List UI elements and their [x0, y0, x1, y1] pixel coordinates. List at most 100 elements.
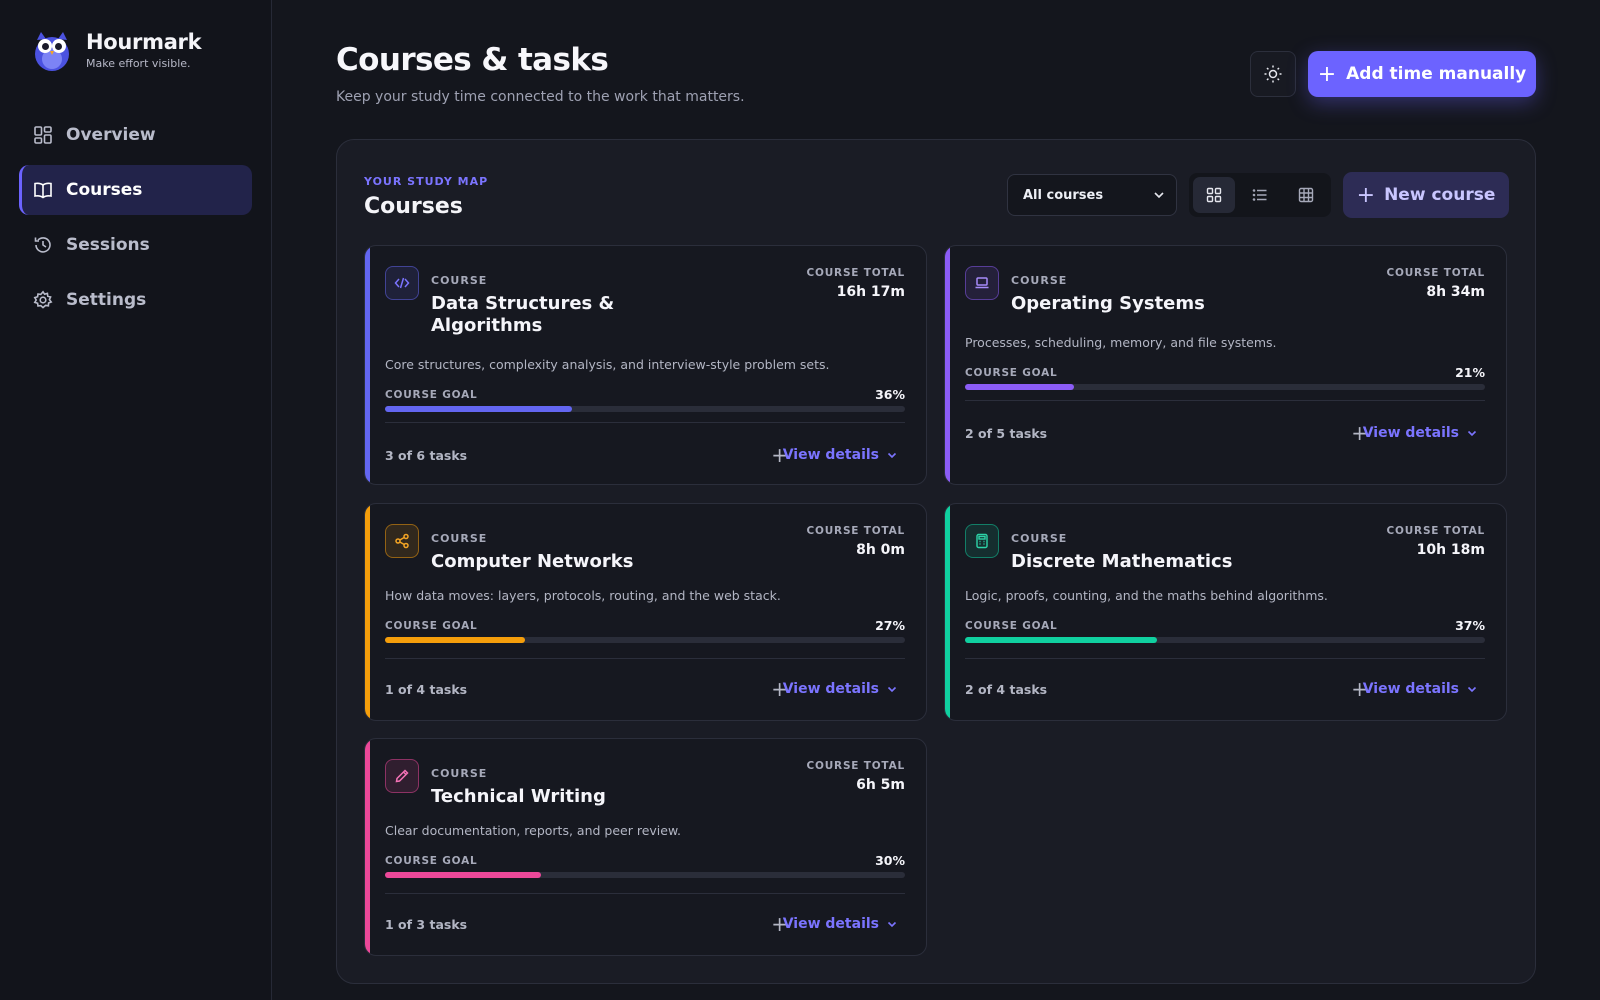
course-description: Processes, scheduling, memory, and file … — [965, 335, 1277, 350]
course-total-label: COURSE TOTAL — [806, 525, 905, 537]
course-name[interactable]: Operating Systems — [1011, 293, 1251, 315]
course-goal-progress — [965, 637, 1485, 643]
card-accent — [945, 504, 950, 720]
new-course-button[interactable]: + New course — [1343, 172, 1509, 218]
sidebar-item-overview[interactable]: Overview — [19, 110, 252, 160]
grid-view-button[interactable] — [1193, 177, 1235, 213]
task-count: 2 of 5 tasks — [965, 426, 1048, 441]
plus-icon: + — [1317, 61, 1337, 87]
theme-toggle-button[interactable] — [1250, 51, 1296, 97]
card-kicker: COURSE — [1011, 532, 1068, 545]
card-accent — [945, 246, 950, 484]
course-card: COURSE Discrete Mathematics COURSE TOTAL… — [944, 503, 1507, 721]
course-goal-progress-fill — [965, 384, 1075, 390]
view-details-button[interactable]: View details — [1363, 681, 1478, 697]
plus-icon: + — [1356, 182, 1376, 208]
card-accent — [365, 504, 370, 720]
task-count: 3 of 6 tasks — [385, 448, 468, 463]
view-details-label: View details — [782, 916, 879, 932]
task-count: 1 of 3 tasks — [385, 917, 468, 932]
course-card: COURSE Computer Networks COURSE TOTAL 8h… — [364, 503, 927, 721]
course-goal-progress — [965, 384, 1485, 390]
course-total: 16h 17m — [836, 284, 905, 300]
card-divider — [965, 400, 1485, 401]
sun-icon — [1264, 65, 1282, 83]
add-time-manually-button[interactable]: + Add time manually — [1308, 51, 1536, 97]
course-goal-label: COURSE GOAL — [965, 367, 1058, 379]
courses-panel: YOUR STUDY MAP Courses All courses + New… — [336, 139, 1536, 984]
card-divider — [385, 422, 905, 423]
owl-logo-icon — [35, 32, 69, 71]
view-details-button[interactable]: View details — [783, 681, 898, 697]
sidebar-item-label: Settings — [66, 290, 147, 310]
list-view-icon — [1252, 189, 1267, 201]
course-goal-percent: 36% — [875, 387, 905, 402]
course-goal-progress — [385, 637, 905, 643]
course-total-label: COURSE TOTAL — [1386, 267, 1485, 279]
view-details-button[interactable]: View details — [783, 916, 898, 932]
course-goal-percent: 21% — [1455, 365, 1485, 380]
sidebar-item-settings[interactable]: Settings — [19, 275, 252, 325]
sidebar-nav: Overview Courses Sessions Settings — [19, 110, 252, 330]
view-details-label: View details — [782, 681, 879, 697]
sidebar: Hourmark Make effort visible. Overview C… — [0, 0, 272, 1000]
course-name[interactable]: Technical Writing — [431, 786, 671, 808]
course-total: 6h 5m — [856, 777, 905, 793]
course-card: COURSE Operating Systems COURSE TOTAL 8h… — [944, 245, 1507, 485]
brand[interactable]: Hourmark Make effort visible. — [32, 28, 202, 72]
sidebar-item-label: Overview — [66, 125, 156, 145]
course-total-label: COURSE TOTAL — [806, 267, 905, 279]
course-goal-progress-fill — [385, 637, 526, 643]
course-name[interactable]: Data Structures & Algorithms — [431, 293, 671, 337]
course-goal-progress-fill — [385, 872, 541, 878]
card-kicker: COURSE — [431, 532, 488, 545]
course-total-label: COURSE TOTAL — [1386, 525, 1485, 537]
course-goal-label: COURSE GOAL — [965, 620, 1058, 632]
view-details-label: View details — [782, 447, 879, 463]
course-name[interactable]: Computer Networks — [431, 551, 671, 573]
sidebar-item-courses[interactable]: Courses — [19, 165, 252, 215]
card-divider — [385, 658, 905, 659]
course-goal-label: COURSE GOAL — [385, 389, 478, 401]
view-details-label: View details — [1362, 681, 1459, 697]
course-total: 8h 0m — [856, 542, 905, 558]
chevron-down-icon — [1154, 192, 1164, 199]
course-description: Clear documentation, reports, and peer r… — [385, 823, 682, 838]
brand-name: Hourmark — [86, 30, 202, 54]
pencil-icon — [385, 759, 419, 793]
course-goal-percent: 27% — [875, 618, 905, 633]
task-count: 1 of 4 tasks — [385, 682, 468, 697]
view-details-button[interactable]: View details — [1363, 425, 1478, 441]
panel-title: Courses — [364, 194, 463, 219]
course-goal-percent: 37% — [1455, 618, 1485, 633]
course-goal-progress — [385, 406, 905, 412]
chevron-down-icon — [1467, 430, 1477, 437]
course-goal-label: COURSE GOAL — [385, 620, 478, 632]
course-filter-select[interactable]: All courses — [1007, 174, 1177, 216]
chevron-down-icon — [887, 452, 897, 459]
course-goal-progress-fill — [385, 406, 573, 412]
sidebar-item-sessions[interactable]: Sessions — [19, 220, 252, 270]
course-name[interactable]: Discrete Mathematics — [1011, 551, 1251, 573]
card-divider — [385, 893, 905, 894]
course-description: Logic, proofs, counting, and the maths b… — [965, 588, 1328, 603]
brand-tagline: Make effort visible. — [86, 57, 191, 70]
view-details-button[interactable]: View details — [783, 447, 898, 463]
task-count: 2 of 4 tasks — [965, 682, 1048, 697]
grid-view-icon — [1206, 187, 1222, 203]
course-goal-label: COURSE GOAL — [385, 855, 478, 867]
course-goal-progress — [385, 872, 905, 878]
list-view-button[interactable] — [1239, 177, 1281, 213]
panel-eyebrow: YOUR STUDY MAP — [364, 175, 489, 188]
card-accent — [365, 739, 370, 955]
table-view-button[interactable] — [1285, 177, 1327, 213]
card-kicker: COURSE — [431, 274, 488, 287]
course-card: COURSE Data Structures & Algorithms COUR… — [364, 245, 927, 485]
card-kicker: COURSE — [1011, 274, 1068, 287]
view-details-label: View details — [1362, 425, 1459, 441]
course-description: How data moves: layers, protocols, routi… — [385, 588, 781, 603]
dashboard-icon — [33, 125, 53, 145]
course-goal-percent: 30% — [875, 853, 905, 868]
course-total: 10h 18m — [1416, 542, 1485, 558]
chevron-down-icon — [887, 686, 897, 693]
